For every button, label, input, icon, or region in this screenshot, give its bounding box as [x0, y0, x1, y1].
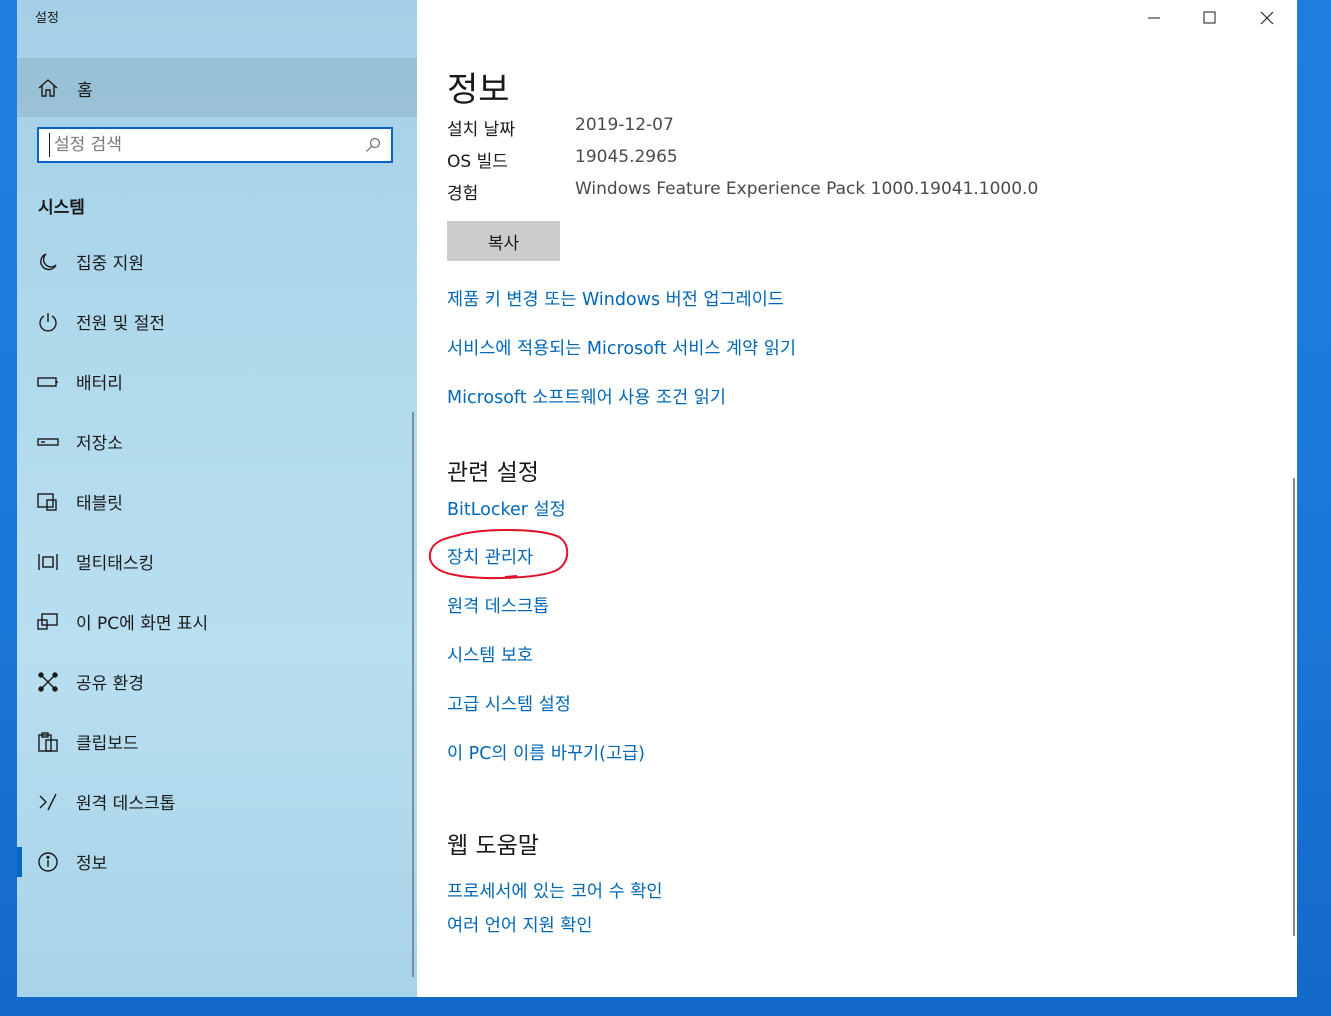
close-button[interactable] — [1239, 0, 1295, 34]
link-bitlocker-settings[interactable]: BitLocker 설정 — [447, 496, 566, 521]
active-indicator — [17, 847, 22, 877]
tablet-icon — [37, 491, 59, 513]
web-help-title: 웹 도움말 — [447, 833, 539, 859]
main-scrollbar[interactable] — [1293, 478, 1295, 936]
sidebar-item-label: 태블릿 — [76, 494, 123, 514]
maximize-icon — [1203, 11, 1216, 24]
settings-window: 설정 홈 시스템 — [17, 0, 1297, 997]
link-change-product-key[interactable]: 제품 키 변경 또는 Windows 버전 업그레이드 — [447, 286, 784, 311]
sidebar-item-label: 원격 데스크톱 — [76, 794, 176, 814]
link-software-license-terms[interactable]: Microsoft 소프트웨어 사용 조건 읽기 — [447, 384, 726, 409]
search-icon[interactable] — [365, 137, 381, 153]
shared-experiences-icon — [37, 671, 59, 693]
home-label: 홈 — [77, 81, 93, 101]
sidebar-item-project-to-pc[interactable]: 이 PC에 화면 표시 — [17, 596, 415, 648]
spec-key: OS 빌드 — [447, 152, 508, 172]
spec-value: 19045.2965 — [575, 147, 678, 167]
sidebar-section-title: 시스템 — [38, 198, 85, 218]
sidebar-item-label: 배터리 — [76, 374, 123, 394]
home-icon — [37, 77, 59, 99]
related-settings-title: 관련 설정 — [447, 460, 539, 486]
app-title: 설정 — [35, 11, 59, 26]
link-check-multiple-languages[interactable]: 여러 언어 지원 확인 — [447, 912, 593, 937]
sidebar-item-label: 공유 환경 — [76, 674, 144, 694]
main-content: 정보 설치 날짜 2019-12-07 OS 빌드 19045.2965 경험 … — [417, 0, 1297, 997]
sidebar-item-multitasking[interactable]: 멀티태스킹 — [17, 536, 415, 588]
close-icon — [1260, 11, 1274, 25]
sidebar-item-shared-experiences[interactable]: 공유 환경 — [17, 656, 415, 708]
sidebar-item-label: 정보 — [76, 854, 108, 874]
multitasking-icon — [37, 551, 59, 573]
spec-value: Windows Feature Experience Pack 1000.190… — [575, 179, 1039, 199]
search-input[interactable] — [49, 133, 354, 157]
sidebar-item-tablet[interactable]: 태블릿 — [17, 476, 415, 528]
remote-desktop-icon — [37, 791, 59, 813]
link-advanced-system-settings[interactable]: 고급 시스템 설정 — [447, 691, 571, 716]
moon-icon — [37, 251, 59, 273]
search-box[interactable] — [37, 127, 393, 163]
minimize-button[interactable] — [1126, 0, 1182, 34]
battery-icon — [37, 371, 59, 393]
sidebar-item-focus-assist[interactable]: 집중 지원 — [17, 236, 415, 288]
storage-icon — [37, 431, 59, 453]
link-rename-pc-advanced[interactable]: 이 PC의 이름 바꾸기(고급) — [447, 740, 645, 765]
maximize-button[interactable] — [1182, 0, 1238, 34]
sidebar-item-power-sleep[interactable]: 전원 및 절전 — [17, 296, 415, 348]
link-system-protection[interactable]: 시스템 보호 — [447, 642, 533, 667]
sidebar-item-battery[interactable]: 배터리 — [17, 356, 415, 408]
red-annotation-circle — [428, 529, 569, 580]
minimize-icon — [1148, 17, 1160, 19]
sidebar-item-clipboard[interactable]: 클립보드 — [17, 716, 415, 768]
spec-value: 2019-12-07 — [575, 115, 674, 135]
sidebar-item-storage[interactable]: 저장소 — [17, 416, 415, 468]
project-icon — [37, 611, 59, 633]
sidebar-item-label: 멀티태스킹 — [76, 554, 155, 574]
sidebar-item-label: 저장소 — [76, 434, 123, 454]
sidebar: 설정 홈 시스템 — [17, 0, 417, 997]
info-icon — [37, 851, 59, 873]
sidebar-item-remote-desktop[interactable]: 원격 데스크톱 — [17, 776, 415, 828]
sidebar-scrollbar[interactable] — [412, 412, 414, 977]
spec-key: 설치 날짜 — [447, 120, 515, 140]
power-icon — [37, 311, 59, 333]
sidebar-item-label: 클립보드 — [76, 734, 139, 754]
copy-button[interactable]: 복사 — [447, 221, 560, 261]
sidebar-item-label: 집중 지원 — [76, 254, 144, 274]
sidebar-item-label: 이 PC에 화면 표시 — [76, 614, 209, 634]
link-remote-desktop[interactable]: 원격 데스크톱 — [447, 593, 549, 618]
page-title: 정보 — [447, 70, 510, 110]
clipboard-icon — [37, 731, 59, 753]
link-microsoft-services-agreement[interactable]: 서비스에 적용되는 Microsoft 서비스 계약 읽기 — [447, 335, 796, 360]
sidebar-item-home[interactable]: 홈 — [17, 58, 417, 117]
sidebar-item-label: 전원 및 절전 — [76, 314, 166, 334]
link-check-processor-cores[interactable]: 프로세서에 있는 코어 수 확인 — [447, 878, 662, 903]
sidebar-item-about[interactable]: 정보 — [17, 836, 415, 888]
spec-key: 경험 — [447, 184, 479, 204]
